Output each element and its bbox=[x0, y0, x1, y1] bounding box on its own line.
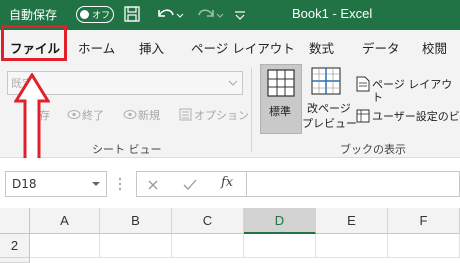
tab-formulas[interactable]: 数式 bbox=[309, 38, 334, 57]
sheet-view-group-label: シート ビュー bbox=[92, 143, 162, 156]
ribbon-tabs: ファイル ホーム 挿入 ページ レイアウト 数式 データ 校閲 bbox=[0, 30, 460, 62]
tab-insert[interactable]: 挿入 bbox=[139, 38, 164, 57]
formula-input[interactable] bbox=[246, 171, 460, 197]
undo-icon[interactable] bbox=[154, 4, 184, 24]
select-all-corner[interactable] bbox=[0, 208, 30, 234]
enter-check-icon[interactable] bbox=[183, 178, 197, 191]
file-tab-highlight-box bbox=[1, 25, 67, 61]
workbook-views-group-label: ブックの表示 bbox=[340, 143, 406, 156]
toggle-knob bbox=[80, 9, 89, 19]
column-header[interactable]: B bbox=[100, 208, 172, 234]
column-header[interactable]: E bbox=[316, 208, 388, 234]
customize-quick-access-icon[interactable] bbox=[232, 4, 248, 24]
red-arrow-annotation bbox=[14, 73, 50, 169]
eye-icon bbox=[67, 110, 81, 119]
options-icon bbox=[179, 108, 192, 121]
formula-bar: D18 fx bbox=[0, 158, 460, 208]
column-header-selected[interactable]: D bbox=[244, 208, 316, 234]
name-box-dropdown-icon[interactable] bbox=[91, 180, 101, 188]
page-break-preview-icon[interactable] bbox=[311, 67, 343, 97]
cell[interactable] bbox=[30, 234, 100, 258]
formula-buttons: fx bbox=[136, 171, 246, 197]
sheet-view-exit-button[interactable]: 終了 bbox=[82, 107, 104, 123]
column-header[interactable]: F bbox=[388, 208, 460, 234]
column-header[interactable]: A bbox=[30, 208, 100, 234]
name-box[interactable]: D18 bbox=[5, 171, 107, 197]
row-header[interactable]: 2 bbox=[0, 234, 30, 258]
page-layout-icon bbox=[356, 76, 370, 92]
tab-data[interactable]: データ bbox=[362, 38, 400, 57]
worksheet-grid: A B C D E F 2 bbox=[0, 208, 460, 263]
tab-home[interactable]: ホーム bbox=[78, 38, 115, 57]
cell[interactable] bbox=[388, 234, 460, 258]
column-header[interactable]: C bbox=[172, 208, 244, 234]
normal-view-button[interactable]: 標準 bbox=[260, 64, 302, 134]
normal-view-icon bbox=[267, 69, 295, 97]
save-icon[interactable] bbox=[123, 4, 141, 24]
cell[interactable] bbox=[100, 234, 172, 258]
normal-view-label: 標準 bbox=[269, 105, 291, 118]
window-title: Book1 - Excel bbox=[292, 6, 373, 21]
page-break-preview-label-1[interactable]: 改ページ bbox=[307, 102, 351, 115]
autosave-label: 自動保存 bbox=[9, 8, 58, 22]
cell[interactable] bbox=[244, 234, 316, 258]
row-header-partial[interactable] bbox=[0, 258, 30, 263]
formula-bar-grip-icon[interactable] bbox=[118, 176, 122, 192]
tab-review[interactable]: 校閲 bbox=[422, 38, 447, 57]
page-layout-button[interactable]: ページ レイアウト bbox=[372, 78, 460, 104]
custom-views-button[interactable]: ユーザー設定のビュー bbox=[372, 110, 460, 123]
autosave-state: オフ bbox=[92, 11, 111, 21]
group-divider bbox=[251, 68, 252, 152]
cell[interactable] bbox=[172, 234, 244, 258]
cell[interactable] bbox=[316, 234, 388, 258]
insert-function-button[interactable]: fx bbox=[221, 175, 233, 190]
page-break-preview-label-2[interactable]: プレビュー bbox=[302, 117, 357, 130]
new-view-icon bbox=[123, 110, 137, 119]
redo-icon[interactable] bbox=[194, 4, 224, 24]
chevron-down-icon bbox=[228, 80, 238, 86]
autosave-toggle[interactable]: オフ bbox=[76, 6, 114, 23]
sheet-view-new-button[interactable]: 新規 bbox=[138, 107, 160, 123]
name-box-value: D18 bbox=[12, 177, 37, 191]
tab-page-layout[interactable]: ページ レイアウト bbox=[191, 38, 295, 57]
ribbon-view: 既定 保存 終了 新規 オプション シート ビュー 標準 bbox=[0, 62, 460, 158]
cancel-icon[interactable] bbox=[147, 179, 159, 191]
title-bar: 自動保存 オフ Book1 - Excel bbox=[0, 0, 460, 30]
custom-views-icon bbox=[356, 109, 370, 123]
sheet-view-options-button[interactable]: オプション bbox=[194, 107, 249, 123]
